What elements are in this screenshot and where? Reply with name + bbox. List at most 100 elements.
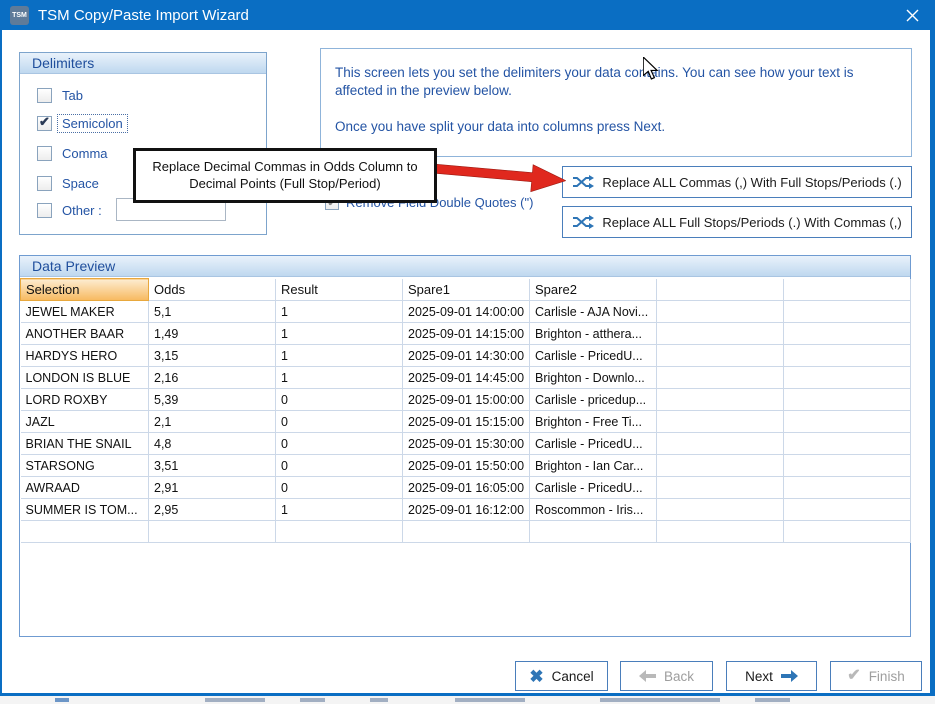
table-cell[interactable] [784, 301, 911, 323]
table-cell[interactable]: 0 [276, 455, 403, 477]
table-cell[interactable]: LONDON IS BLUE [21, 367, 149, 389]
delimiter-option-tab[interactable]: Tab [37, 87, 87, 104]
cancel-button[interactable]: ✖ Cancel [515, 661, 608, 691]
table-row-empty[interactable] [21, 521, 911, 543]
table-cell[interactable]: 3,51 [149, 455, 276, 477]
table-cell[interactable]: 1 [276, 367, 403, 389]
table-cell[interactable] [784, 433, 911, 455]
comma-checkbox[interactable] [37, 146, 52, 161]
table-cell[interactable]: 2025-09-01 14:45:00 [403, 367, 530, 389]
table-cell[interactable] [784, 323, 911, 345]
delimiter-option-semicolon[interactable]: Semicolon [37, 115, 127, 132]
table-row[interactable]: LONDON IS BLUE2,1612025-09-01 14:45:00Br… [21, 367, 911, 389]
table-cell[interactable]: 0 [276, 411, 403, 433]
table-cell[interactable]: 2025-09-01 15:30:00 [403, 433, 530, 455]
table-cell[interactable]: 2025-09-01 15:00:00 [403, 389, 530, 411]
table-cell[interactable] [784, 477, 911, 499]
finish-button[interactable]: ✔ Finish [830, 661, 922, 691]
table-cell[interactable]: 2,91 [149, 477, 276, 499]
table-cell[interactable]: STARSONG [21, 455, 149, 477]
table-cell[interactable]: BRIAN THE SNAIL [21, 433, 149, 455]
table-cell[interactable]: 2025-09-01 15:50:00 [403, 455, 530, 477]
table-cell[interactable]: 4,8 [149, 433, 276, 455]
table-cell[interactable]: 5,1 [149, 301, 276, 323]
table-cell[interactable] [784, 367, 911, 389]
table-cell[interactable]: 3,15 [149, 345, 276, 367]
table-cell[interactable] [657, 499, 784, 521]
column-header-spare1[interactable]: Spare1 [403, 279, 530, 301]
delimiter-option-space[interactable]: Space [37, 175, 103, 192]
table-cell[interactable] [403, 521, 530, 543]
table-cell[interactable] [657, 367, 784, 389]
table-cell[interactable]: 1 [276, 301, 403, 323]
table-cell[interactable]: SUMMER IS TOM... [21, 499, 149, 521]
table-cell[interactable]: 1 [276, 499, 403, 521]
table-cell[interactable] [657, 323, 784, 345]
other-checkbox[interactable] [37, 203, 52, 218]
table-cell[interactable]: 1,49 [149, 323, 276, 345]
table-cell[interactable]: 2,95 [149, 499, 276, 521]
semicolon-checkbox[interactable] [37, 116, 52, 131]
table-cell[interactable] [784, 345, 911, 367]
table-cell[interactable]: Roscommon - Iris... [530, 499, 657, 521]
table-cell[interactable]: HARDYS HERO [21, 345, 149, 367]
table-cell[interactable]: Carlisle - PricedU... [530, 477, 657, 499]
table-cell[interactable]: AWRAAD [21, 477, 149, 499]
table-cell[interactable]: Carlisle - pricedup... [530, 389, 657, 411]
column-header-empty[interactable] [657, 279, 784, 301]
table-cell[interactable]: Brighton - atthera... [530, 323, 657, 345]
column-header-spare2[interactable]: Spare2 [530, 279, 657, 301]
table-row[interactable]: HARDYS HERO3,1512025-09-01 14:30:00Carli… [21, 345, 911, 367]
table-row[interactable]: ANOTHER BAAR1,4912025-09-01 14:15:00Brig… [21, 323, 911, 345]
table-cell[interactable] [657, 455, 784, 477]
table-cell[interactable]: 2025-09-01 14:00:00 [403, 301, 530, 323]
table-cell[interactable]: 5,39 [149, 389, 276, 411]
table-cell[interactable]: 1 [276, 323, 403, 345]
table-cell[interactable] [784, 499, 911, 521]
column-header-selection[interactable]: Selection [21, 279, 149, 301]
table-cell[interactable]: Brighton - Ian Car... [530, 455, 657, 477]
table-row[interactable]: JEWEL MAKER5,112025-09-01 14:00:00Carlis… [21, 301, 911, 323]
table-row[interactable]: AWRAAD2,9102025-09-01 16:05:00Carlisle -… [21, 477, 911, 499]
table-cell[interactable]: Brighton - Downlo... [530, 367, 657, 389]
table-cell[interactable]: 2,16 [149, 367, 276, 389]
table-cell[interactable]: 1 [276, 345, 403, 367]
table-cell[interactable]: 2025-09-01 16:05:00 [403, 477, 530, 499]
table-cell[interactable]: JAZL [21, 411, 149, 433]
delimiter-option-other[interactable]: Other : [37, 202, 106, 219]
table-row[interactable]: JAZL2,102025-09-01 15:15:00Brighton - Fr… [21, 411, 911, 433]
table-row[interactable]: BRIAN THE SNAIL4,802025-09-01 15:30:00Ca… [21, 433, 911, 455]
table-cell[interactable] [657, 433, 784, 455]
table-cell[interactable] [657, 389, 784, 411]
table-cell[interactable] [657, 521, 784, 543]
table-cell[interactable]: Carlisle - PricedU... [530, 345, 657, 367]
replace-periods-button[interactable]: Replace ALL Full Stops/Periods (.) With … [562, 206, 912, 238]
table-cell[interactable]: Brighton - Free Ti... [530, 411, 657, 433]
table-cell[interactable] [784, 455, 911, 477]
table-cell[interactable] [657, 477, 784, 499]
next-button[interactable]: Next [726, 661, 817, 691]
table-cell[interactable] [657, 411, 784, 433]
table-cell[interactable]: 2025-09-01 14:30:00 [403, 345, 530, 367]
close-button[interactable] [897, 4, 927, 26]
table-cell[interactable]: Carlisle - PricedU... [530, 433, 657, 455]
table-cell[interactable] [784, 389, 911, 411]
table-cell[interactable]: 2,1 [149, 411, 276, 433]
table-cell[interactable] [784, 521, 911, 543]
table-cell[interactable]: 2025-09-01 14:15:00 [403, 323, 530, 345]
table-cell[interactable] [657, 345, 784, 367]
column-header-result[interactable]: Result [276, 279, 403, 301]
table-cell[interactable] [21, 521, 149, 543]
delimiter-option-comma[interactable]: Comma [37, 145, 112, 162]
table-cell[interactable]: Carlisle - AJA Novi... [530, 301, 657, 323]
table-cell[interactable] [276, 521, 403, 543]
column-header-odds[interactable]: Odds [149, 279, 276, 301]
table-cell[interactable]: 2025-09-01 15:15:00 [403, 411, 530, 433]
tab-checkbox[interactable] [37, 88, 52, 103]
table-cell[interactable]: 2025-09-01 16:12:00 [403, 499, 530, 521]
table-row[interactable]: LORD ROXBY5,3902025-09-01 15:00:00Carlis… [21, 389, 911, 411]
space-checkbox[interactable] [37, 176, 52, 191]
table-cell[interactable]: 0 [276, 477, 403, 499]
back-button[interactable]: Back [620, 661, 713, 691]
table-cell[interactable] [530, 521, 657, 543]
